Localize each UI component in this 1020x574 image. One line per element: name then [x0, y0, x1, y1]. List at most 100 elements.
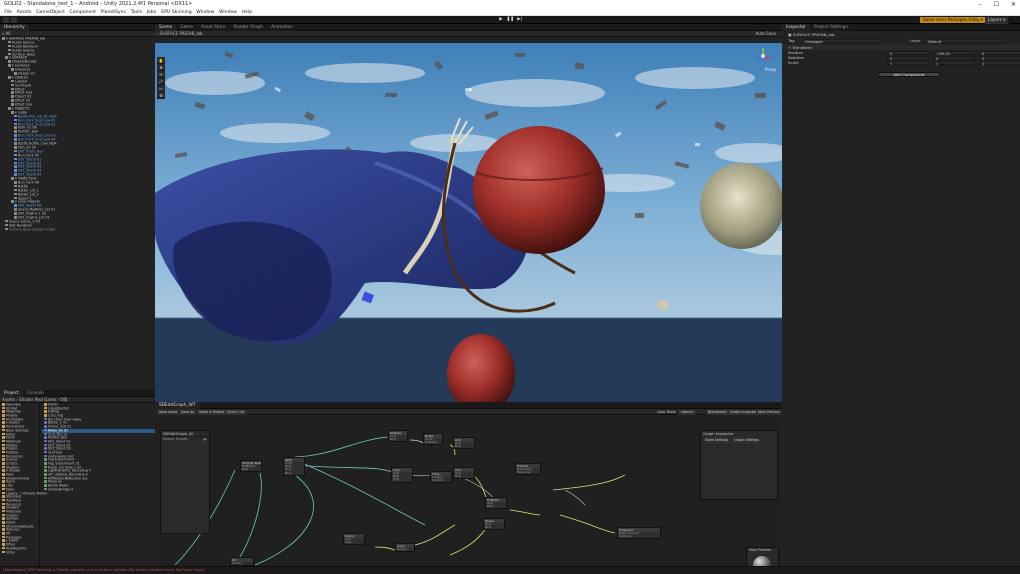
hierarchy-item[interactable]: Surface Base Shader LODH: [0, 227, 155, 232]
graph-node-port[interactable]: B(1): [486, 504, 506, 508]
prefab-name[interactable]: SURFACE PREFAB_lab: [160, 31, 203, 36]
layer-dropdown[interactable]: Default: [925, 38, 1005, 44]
transform-y-field[interactable]: 0: [933, 55, 975, 61]
transform-x-field[interactable]: 0: [887, 55, 929, 61]
tab-inspector[interactable]: Inspector: [782, 24, 811, 31]
graph-node[interactable]: Power A(1) B(1): [483, 518, 505, 531]
tab-shader-graph-file[interactable]: SDEditGraph_WT: [155, 402, 200, 409]
tab-asset-store[interactable]: Asset Store: [196, 24, 230, 31]
transform-z-field[interactable]: 0: [979, 50, 1020, 56]
graph-node[interactable]: Fragment Base Color(3) Alpha(1): [617, 527, 661, 540]
graph-node-port[interactable]: Sine(1): [431, 478, 451, 482]
tag-dropdown[interactable]: Untagged: [802, 38, 882, 44]
gameobject-icon: [11, 87, 14, 91]
graph-node[interactable]: Split In(4) R(1) G(1) B(1): [283, 457, 305, 476]
graph-node[interactable]: Multiply A(1) B(1): [485, 497, 507, 510]
graph-node-port[interactable]: T(4): [392, 478, 412, 481]
graph-node[interactable]: Fresnel Normal(3) Power(1): [515, 463, 541, 476]
menu-item[interactable]: GameObject: [36, 10, 65, 15]
transform-y-field[interactable]: -100.00: [933, 50, 975, 56]
graph-node-port[interactable]: R(1): [241, 467, 261, 471]
account-icon[interactable]: [3, 17, 9, 23]
hand-tool-icon[interactable]: ✋: [157, 57, 165, 64]
graph-inspector[interactable]: Graph Inspector Node Settings Graph Setti…: [700, 430, 778, 500]
tab-node-settings[interactable]: Node Settings: [703, 438, 731, 443]
graph-node-port[interactable]: B(1): [284, 471, 304, 475]
blackboard[interactable]: SDEditGraph_W Shader Graphs +: [160, 430, 210, 534]
menu-item[interactable]: Window: [196, 10, 214, 15]
graph-node-port[interactable]: Y(1): [344, 540, 364, 544]
add-component-button[interactable]: Add Component: [878, 72, 940, 77]
play-button[interactable]: ▶: [497, 17, 505, 23]
project-file-item[interactable]: SmokeBridge 4: [42, 487, 155, 492]
graph-node[interactable]: Add A(1) B(1): [453, 467, 475, 480]
graph-node-port[interactable]: Alpha(1): [618, 534, 660, 538]
menu-item[interactable]: Jobs: [147, 10, 156, 15]
graph-canvas[interactable]: Sample TextureRGBA(4)R(1) SplitIn(4)R(1)G…: [155, 415, 782, 566]
transform-x-field[interactable]: 0: [887, 50, 929, 56]
scene-viewport[interactable]: ✋ ✥ ⟳ ⤢ ▭ ⚙ Persp: [155, 43, 782, 402]
menu-item[interactable]: Component: [69, 10, 96, 15]
menu-item[interactable]: GPU Skinning: [161, 10, 192, 15]
graph-node[interactable]: Sample TextureRGBA(4)R(1): [240, 460, 262, 473]
main-preview[interactable]: Main Preview: [746, 547, 779, 566]
minimize-button[interactable]: –: [979, 1, 982, 8]
graph-node-port[interactable]: Scale(1): [424, 440, 442, 444]
graph-node-port[interactable]: Power(1): [516, 470, 540, 474]
graph-node-port[interactable]: Out(4): [231, 561, 253, 565]
pause-button[interactable]: ❚❚: [506, 17, 515, 23]
transform-z-field[interactable]: 0: [979, 55, 1020, 61]
transform-z-field[interactable]: 1: [979, 60, 1020, 66]
tab-scene[interactable]: Scene: [155, 24, 177, 31]
graph-node[interactable]: Color Out(4): [395, 543, 415, 553]
graph-node[interactable]: Multiply A(1) B(1): [388, 430, 408, 443]
menu-item[interactable]: Help: [242, 10, 252, 15]
graph-node[interactable]: Lerp A(4) B(4) T(4): [391, 467, 413, 483]
transform-x-field[interactable]: 1: [887, 60, 929, 66]
tab-project[interactable]: Project: [0, 390, 23, 397]
graph-node[interactable]: Vector X(1) Y(1): [343, 533, 365, 546]
transform-y-field[interactable]: 1: [933, 60, 975, 66]
move-tool-icon[interactable]: ✥: [157, 64, 165, 71]
step-button[interactable]: ▶|: [516, 17, 524, 23]
folder-icon: [2, 458, 5, 461]
packages-warning-button[interactable]: Some error Packages Unity ▾: [920, 17, 986, 23]
tab-hierarchy[interactable]: Hierarchy: [0, 24, 29, 31]
hierarchy-search-input[interactable]: All: [6, 31, 11, 36]
menu-item[interactable]: File: [4, 10, 12, 15]
menu-item[interactable]: Window: [219, 10, 237, 15]
orientation-gizmo-icon[interactable]: [754, 47, 772, 65]
graph-node[interactable]: Add A(1) B(1): [453, 437, 475, 450]
tab-animation[interactable]: Animation: [267, 24, 298, 31]
close-button[interactable]: ✕: [1011, 1, 1016, 8]
projection-mode-label[interactable]: Persp: [765, 67, 776, 72]
graph-node-port[interactable]: B(1): [484, 525, 504, 529]
graph-node[interactable]: UV Out(4): [230, 557, 254, 566]
graph-node[interactable]: Time Time(1) Sine(1): [430, 471, 452, 484]
auto-save-toggle[interactable]: Auto Save: [756, 31, 776, 37]
menu-item[interactable]: Tools: [131, 10, 142, 15]
tab-shader-graph[interactable]: Shader Graph: [229, 24, 268, 31]
menu-item[interactable]: Assets: [17, 10, 32, 15]
graph-node-port[interactable]: Out(4): [396, 547, 414, 551]
menu-item[interactable]: PlanetSync: [101, 10, 126, 15]
rect-tool-icon[interactable]: ▭: [157, 85, 165, 92]
status-bar[interactable]: [Worldspace] URP Warning. a Shader prope…: [0, 566, 1020, 574]
graph-node[interactable]: Noise UV(2) Scale(1): [423, 433, 443, 446]
maximize-button[interactable]: ☐: [994, 1, 999, 8]
graph-node-port[interactable]: B(1): [454, 474, 474, 478]
transform-tool-icon[interactable]: ⚙: [157, 92, 165, 99]
add-property-icon[interactable]: +: [203, 437, 207, 443]
tab-console[interactable]: Console: [22, 390, 48, 397]
rotate-tool-icon[interactable]: ⟳: [157, 71, 165, 78]
scale-tool-icon[interactable]: ⤢: [157, 78, 165, 85]
project-folder-item[interactable]: Unity: [0, 550, 39, 555]
tab-graph-settings[interactable]: Graph Settings: [732, 438, 761, 443]
graph-node-port[interactable]: B(1): [389, 437, 407, 441]
tab-project-settings[interactable]: Project Settings: [810, 24, 852, 31]
preview-sphere[interactable]: [753, 556, 771, 566]
graph-node-port[interactable]: B(1): [454, 444, 474, 448]
tab-game[interactable]: Game: [176, 24, 197, 31]
object-name[interactable]: SURFACE PREFAB_lab: [793, 32, 835, 37]
cloud-icon[interactable]: [11, 17, 17, 23]
